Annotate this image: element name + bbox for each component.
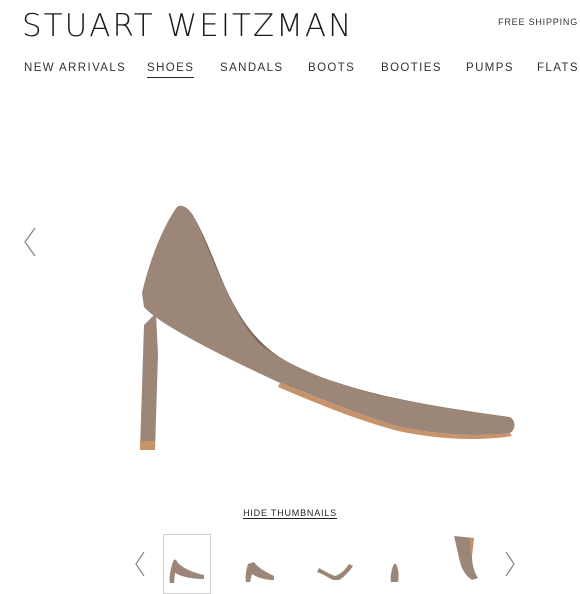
nav-item-booties[interactable]: BOOTIES xyxy=(381,62,442,74)
thumbnail-prev-icon[interactable] xyxy=(133,550,147,578)
free-shipping-banner[interactable]: FREE SHIPPING xyxy=(498,17,578,27)
product-image xyxy=(140,205,515,450)
hide-thumbnails-label[interactable]: HIDE THUMBNAILS xyxy=(243,508,337,519)
hide-thumbnails-link: HIDE THUMBNAILS xyxy=(0,508,580,519)
thumbnail-next-icon[interactable] xyxy=(503,550,517,578)
thumbnail-image xyxy=(390,564,399,582)
nav-item-sandals[interactable]: SANDALS xyxy=(220,62,284,74)
thumbnail-image xyxy=(317,564,353,580)
nav-item-shoes[interactable]: SHOES xyxy=(147,62,195,78)
thumbnail-4[interactable] xyxy=(374,534,422,594)
brand-logo[interactable]: STUART WEITZMAN xyxy=(22,8,353,44)
thumbnail-image xyxy=(454,536,478,580)
nav-item-flats[interactable]: FLATS xyxy=(537,62,579,74)
nav-item-pumps[interactable]: PUMPS xyxy=(466,62,514,74)
thumbnail-5[interactable] xyxy=(444,534,492,594)
main-nav: NEW ARRIVALS SHOES SANDALS BOOTS BOOTIES… xyxy=(0,62,580,82)
thumbnail-image xyxy=(169,559,204,583)
nav-item-new-arrivals[interactable]: NEW ARRIVALS xyxy=(24,62,126,74)
thumbnail-3[interactable] xyxy=(313,534,361,594)
chevron-left-icon[interactable] xyxy=(22,226,38,258)
thumbnail-image xyxy=(245,562,274,582)
nav-item-boots[interactable]: BOOTS xyxy=(308,62,355,74)
thumbnail-2[interactable] xyxy=(238,534,286,594)
thumbnail-1[interactable] xyxy=(163,534,211,594)
